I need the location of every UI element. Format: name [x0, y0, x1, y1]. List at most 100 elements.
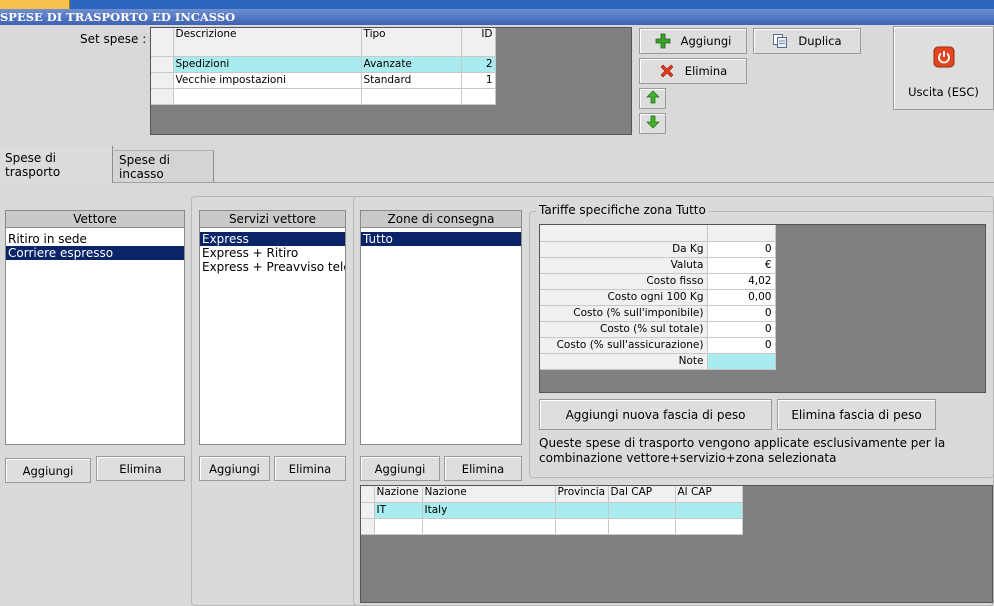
list-item[interactable]: Corriere espresso [6, 246, 184, 260]
tariffe-row: Costo ogni 100 Kg 0,00 [540, 289, 776, 306]
cell-provincia[interactable] [555, 502, 609, 519]
window-title: SPESE DI TRASPORTO ED INCASSO [0, 9, 994, 25]
tariffe-row-label: Costo (% sull'assicurazione) [540, 337, 708, 354]
tariffe-row-value[interactable]: € [707, 257, 776, 274]
column-header-nazione-name[interactable]: Nazione [422, 486, 556, 503]
cell-descrizione[interactable]: Spedizioni [173, 56, 362, 73]
servizi-add-button[interactable]: Aggiungi [199, 456, 270, 481]
cell-tipo[interactable]: Avanzate [361, 56, 462, 73]
tariffe-row-label: Costo ogni 100 Kg [540, 289, 708, 306]
vettore-add-button[interactable]: Aggiungi [5, 458, 91, 483]
cell-dal-cap[interactable] [608, 502, 676, 519]
tab-label: Spese di trasporto [5, 150, 61, 179]
list-item[interactable]: Express + Ritiro [200, 246, 345, 260]
zone-list[interactable]: Zone di consegna Tutto [360, 210, 522, 445]
arrow-up-icon [645, 90, 660, 107]
column-header-descrizione[interactable]: Descrizione [173, 28, 362, 57]
column-header-tipo[interactable]: Tipo [361, 28, 462, 57]
tariffe-title: Tariffe specifiche zona Tutto [536, 203, 709, 217]
tariffe-row-value[interactable]: 4,02 [707, 273, 776, 290]
zone-remove-button[interactable]: Elimina [444, 456, 522, 481]
duplica-set-button[interactable]: Duplica [753, 28, 861, 54]
table-row-new[interactable] [361, 518, 743, 535]
vettore-header: Vettore [6, 211, 184, 228]
elimina-label: Elimina [684, 64, 728, 78]
duplica-label: Duplica [798, 34, 842, 48]
tariffe-row-label: Da Kg [540, 241, 708, 258]
zone-add-button[interactable]: Aggiungi [360, 456, 440, 481]
servizi-list[interactable]: Servizi vettore Express Express + Ritiro… [199, 210, 346, 445]
arrow-down-icon [645, 115, 660, 132]
column-header-id[interactable]: ID [461, 28, 496, 57]
tab-bar-line [0, 182, 994, 183]
nazioni-table: Nazione Nazione Provincia Dal CAP Al CAP… [361, 486, 743, 535]
move-up-button[interactable] [639, 88, 666, 109]
set-spese-grid[interactable]: Descrizione Tipo ID Spedizioni Avanzate … [150, 27, 632, 135]
uscita-label: Uscita (ESC) [908, 84, 979, 99]
tariffe-row-value[interactable]: 0 [707, 241, 776, 258]
tab-label: Spese di incasso [119, 152, 171, 181]
zone-header: Zone di consegna [361, 211, 521, 228]
tariffe-row: Da Kg 0 [540, 241, 776, 258]
tariffe-row: Costo (% sul totale) 0 [540, 321, 776, 338]
cell-tipo[interactable]: Standard [361, 72, 462, 89]
row-indicator-header [151, 28, 174, 57]
list-item[interactable]: Express [200, 232, 345, 246]
cell-nazione-code[interactable]: IT [374, 502, 423, 519]
table-row[interactable]: IT Italy [361, 502, 743, 519]
tariffe-row-label: Costo fisso [540, 273, 708, 290]
list-item[interactable]: Tutto [361, 232, 521, 246]
tariffe-row-label: Costo (% sul totale) [540, 321, 708, 338]
servizi-remove-button[interactable]: Elimina [274, 456, 346, 481]
nazioni-grid[interactable]: Nazione Nazione Provincia Dal CAP Al CAP… [360, 485, 993, 603]
tab-spese-trasporto[interactable]: Spese di trasporto [0, 146, 113, 183]
plus-icon [655, 33, 671, 49]
copy-icon [772, 33, 788, 49]
delete-x-icon [659, 63, 675, 79]
tariffe-row-value[interactable]: 0 [707, 321, 776, 338]
table-row[interactable]: Vecchie impostazioni Standard 1 [151, 72, 496, 89]
cell-id[interactable]: 1 [461, 72, 496, 89]
cell-id[interactable]: 2 [461, 56, 496, 73]
column-header-provincia[interactable]: Provincia [555, 486, 609, 503]
add-weight-band-button[interactable]: Aggiungi nuova fascia di peso [539, 399, 772, 430]
set-spese-label: Set spese : [80, 32, 147, 46]
set-spese-table: Descrizione Tipo ID Spedizioni Avanzate … [151, 28, 496, 105]
tariffe-note-line1: Queste spese di trasporto vengono applic… [539, 436, 946, 450]
tariffe-row: Costo (% sull'assicurazione) 0 [540, 337, 776, 354]
uscita-button[interactable]: Uscita (ESC) [893, 26, 994, 110]
tariffe-grid[interactable]: Da Kg 0 Valuta € Costo fisso 4,02 Costo ogn… [539, 224, 986, 393]
servizi-header: Servizi vettore [200, 211, 345, 228]
vettore-remove-button[interactable]: Elimina [96, 456, 185, 481]
cell-al-cap[interactable] [675, 502, 743, 519]
window-tab[interactable] [0, 0, 70, 9]
tariffe-row-label: Valuta [540, 257, 708, 274]
cell-descrizione[interactable]: Vecchie impostazioni [173, 72, 362, 89]
table-row[interactable]: Spedizioni Avanzate 2 [151, 56, 496, 73]
table-row-new[interactable] [151, 88, 496, 105]
tariffe-row: Note [540, 353, 776, 370]
tariffe-row: Costo (% sull'imponibile) 0 [540, 305, 776, 322]
column-header-nazione-code[interactable]: Nazione [374, 486, 423, 503]
tariffe-row-value[interactable]: 0,00 [707, 289, 776, 306]
aggiungi-label: Aggiungi [680, 34, 732, 48]
move-down-button[interactable] [639, 113, 666, 134]
tariffe-row-label: Note [540, 353, 708, 370]
cell-nazione-name[interactable]: Italy [422, 502, 556, 519]
list-item[interactable]: Express + Preavviso telefc [200, 260, 345, 274]
remove-weight-band-button[interactable]: Elimina fascia di peso [777, 399, 936, 430]
aggiungi-set-button[interactable]: Aggiungi [639, 28, 747, 54]
tariffe-row-value[interactable]: 0 [707, 305, 776, 322]
tariffe-note-line2: combinazione vettore+servizio+zona selez… [539, 451, 837, 465]
tab-spese-incasso[interactable]: Spese di incasso [114, 150, 214, 182]
tariffe-row-value[interactable] [707, 353, 776, 370]
window-top-strip [0, 0, 994, 9]
vettore-list[interactable]: Vettore Ritiro in sede Corriere espresso [5, 210, 185, 445]
column-header-al-cap[interactable]: Al CAP [675, 486, 743, 503]
column-header-dal-cap[interactable]: Dal CAP [608, 486, 676, 503]
tariffe-row: Valuta € [540, 257, 776, 274]
tariffe-table: Da Kg 0 Valuta € Costo fisso 4,02 Costo ogn… [540, 225, 776, 370]
list-item[interactable]: Ritiro in sede [6, 232, 184, 246]
tariffe-row-value[interactable]: 0 [707, 337, 776, 354]
elimina-set-button[interactable]: Elimina [639, 58, 747, 84]
